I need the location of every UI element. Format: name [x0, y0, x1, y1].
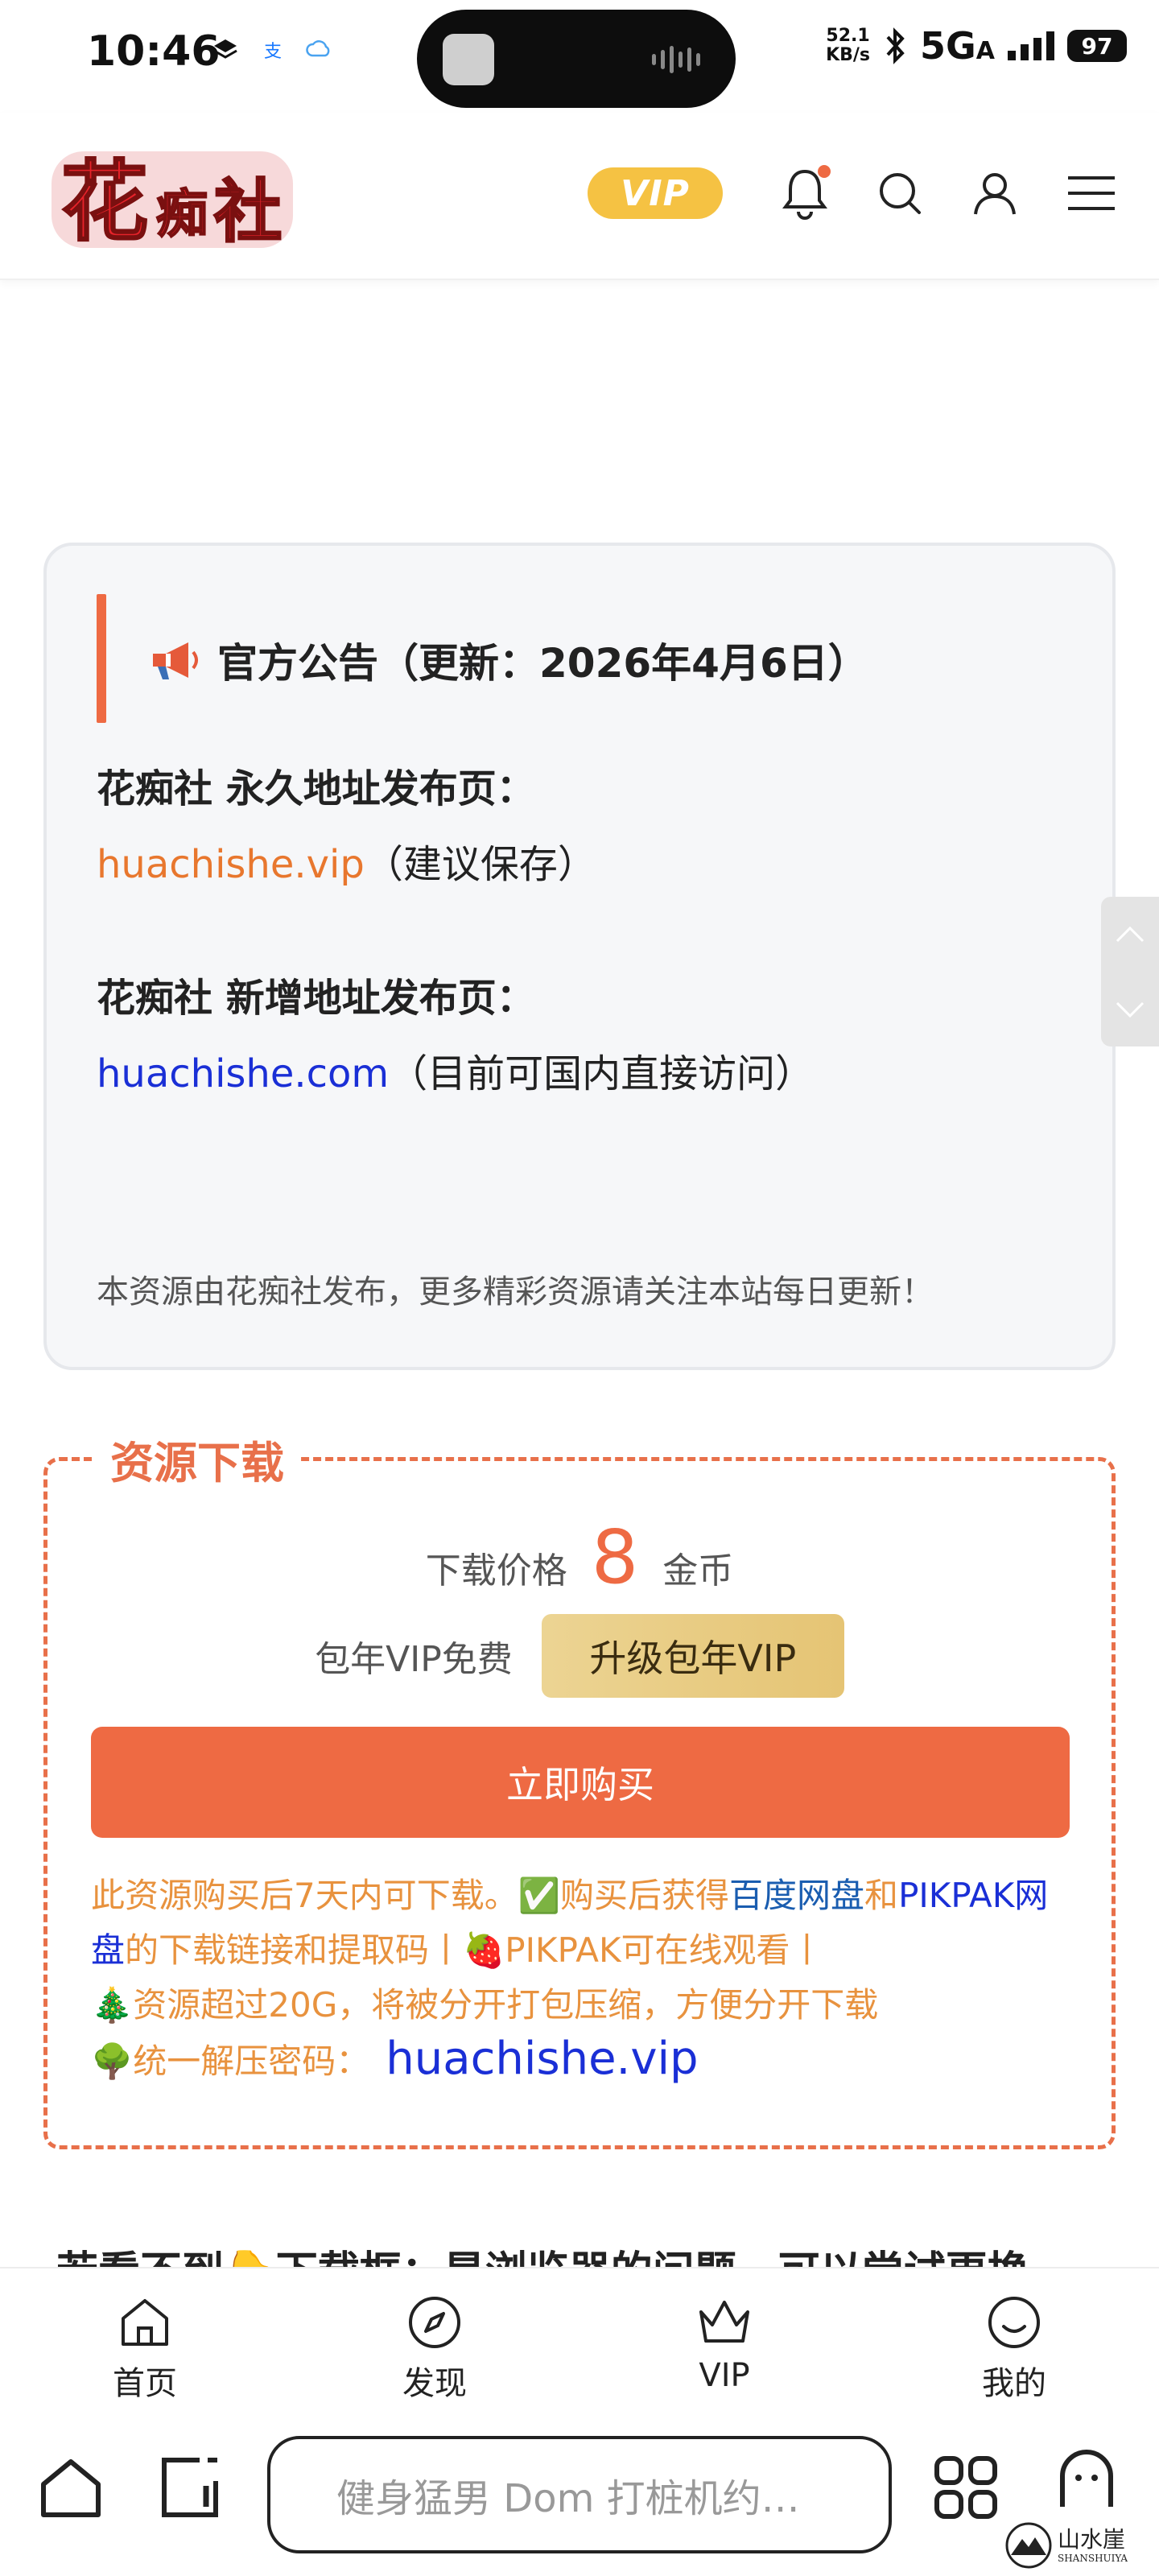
svg-text:支: 支	[264, 42, 282, 62]
nav-discover[interactable]: 发现	[362, 2293, 507, 2404]
download-note: 此资源购买后7天内可下载。✅购买后获得百度网盘和PIKPAK网盘的下载链接和提取…	[91, 1868, 1081, 2033]
status-left-icons: 支	[211, 35, 333, 64]
new-address-row: huachishe.com（目前可国内直接访问）	[97, 1042, 814, 1098]
scroll-up-icon[interactable]	[1101, 897, 1159, 972]
network-label: 5G	[920, 24, 976, 68]
nav-home-label: 首页	[113, 2365, 177, 2402]
status-right-icons: 52.1 KB/s 5GA 97	[826, 24, 1127, 68]
browser-search-bar[interactable]: 健身猛男 Dom 打桩机约…	[267, 2436, 892, 2553]
svg-text:痴: 痴	[156, 185, 208, 245]
price-label: 下载价格	[425, 1550, 567, 1591]
scroll-down-icon[interactable]	[1101, 972, 1159, 1046]
search-icon[interactable]	[868, 161, 932, 225]
announcement-footer: 本资源由花痴社发布，更多精彩资源请关注本站每日更新！	[97, 1274, 934, 1311]
new-address-link[interactable]: huachishe.com	[97, 1051, 389, 1096]
notification-bell-icon[interactable]	[773, 161, 837, 225]
vip-badge[interactable]: VIP	[588, 167, 723, 219]
note-and: 和	[864, 1876, 899, 1915]
nav-mine-label: 我的	[982, 2365, 1046, 2402]
bluetooth-icon	[886, 27, 905, 64]
user-icon[interactable]	[963, 161, 1027, 225]
megaphone-icon	[153, 642, 198, 679]
permanent-address-label: 花痴社 永久地址发布页：	[97, 766, 535, 811]
vip-free-label: 包年VIP免费	[315, 1639, 513, 1680]
network-suffix: A	[975, 37, 995, 65]
scroll-controls	[1101, 897, 1159, 1046]
nav-vip[interactable]: VIP	[652, 2293, 797, 2394]
buy-now-button[interactable]: 立即购买	[91, 1727, 1070, 1838]
cloud-icon	[304, 35, 333, 64]
speed-value: 52.1	[826, 26, 870, 46]
price-row: 下载价格 8 金币	[47, 1514, 1112, 1600]
nav-mine[interactable]: 我的	[942, 2293, 1087, 2404]
note-part3: 🎄资源超过20G，将被分开打包压缩，方便分开下载	[91, 1985, 879, 2025]
price-value: 8	[591, 1514, 639, 1600]
note-part1: 此资源购买后7天内可下载。✅购买后获得	[91, 1876, 730, 1915]
permanent-address-row: huachishe.vip（建议保存）	[97, 832, 596, 889]
browser-tabs-icon[interactable]	[150, 2447, 230, 2528]
browser-toolbar: 健身猛男 Dom 打桩机约… 山水崖 SHANSHUIYA	[0, 2415, 1159, 2576]
signal-icon	[1008, 31, 1054, 60]
site-header: 花 痴 社 VIP	[0, 113, 1159, 280]
browser-home-icon[interactable]	[31, 2447, 111, 2528]
media-thumbnail	[443, 34, 494, 85]
alipay-icon: 支	[258, 35, 287, 64]
site-logo[interactable]: 花 痴 社	[43, 137, 301, 258]
download-card: 资源下载 下载价格 8 金币 包年VIP免费 升级包年VIP 立即购买 此资源购…	[43, 1427, 1116, 2149]
compass-icon	[409, 2297, 460, 2348]
smile-icon	[988, 2297, 1040, 2348]
svg-text:花: 花	[61, 152, 148, 253]
menu-icon[interactable]	[1059, 161, 1124, 225]
watermark: 山水崖 SHANSHUIYA	[1004, 2520, 1141, 2571]
password-value[interactable]: huachishe.vip	[386, 2033, 698, 2085]
crown-icon	[699, 2301, 749, 2343]
browser-apps-icon[interactable]	[926, 2447, 1006, 2528]
vip-row: 包年VIP免费 升级包年VIP	[47, 1614, 1112, 1698]
speed-unit: KB/s	[826, 45, 871, 65]
layers-icon	[211, 35, 240, 64]
dynamic-island	[417, 10, 736, 108]
note-baidu: 百度网盘	[729, 1876, 865, 1915]
bottom-nav: 首页 发现 VIP 我的	[0, 2267, 1159, 2415]
watermark-en: SHANSHUIYA	[1058, 2553, 1128, 2564]
password-label: 🌳统一解压密码：	[91, 2041, 370, 2081]
password-row: 🌳统一解压密码： huachishe.vip	[91, 2033, 699, 2085]
watermark-cn: 山水崖	[1058, 2526, 1126, 2553]
announcement-accent-bar	[97, 594, 106, 723]
permanent-address-link[interactable]: huachishe.vip	[97, 842, 365, 887]
network-type: 5GA	[920, 24, 995, 68]
new-address-note: （目前可国内直接访问）	[389, 1051, 815, 1096]
download-title: 资源下载	[94, 1427, 300, 1491]
nav-discover-label: 发现	[402, 2365, 467, 2402]
price-unit: 金币	[662, 1550, 734, 1591]
mountain-logo-icon	[1005, 2522, 1052, 2569]
status-bar: 10:46 支 52.1 KB/s 5GA 97	[0, 0, 1159, 113]
permanent-address-note: （建议保存）	[364, 842, 596, 887]
home-icon	[122, 2299, 168, 2346]
new-address-label: 花痴社 新增地址发布页：	[97, 976, 535, 1021]
nav-home[interactable]: 首页	[72, 2293, 217, 2404]
watermark-text: 山水崖 SHANSHUIYA	[1058, 2526, 1128, 2565]
audio-wave-icon	[652, 45, 708, 74]
announcement-title-text: 官方公告（更新：2026年4月6日）	[217, 640, 868, 687]
status-time: 10:46	[87, 27, 221, 76]
nav-vip-label: VIP	[699, 2357, 750, 2394]
note-part2: 的下载链接和提取码丨🍓PIKPAK可在线观看丨	[125, 1930, 824, 1970]
announcement-title: 官方公告（更新：2026年4月6日）	[148, 631, 868, 689]
battery-indicator: 97	[1067, 30, 1127, 62]
network-speed: 52.1 KB/s	[826, 27, 870, 65]
announcement-card: 官方公告（更新：2026年4月6日） 花痴社 永久地址发布页： huachish…	[43, 543, 1116, 1370]
svg-text:社: 社	[214, 172, 282, 251]
upgrade-vip-button[interactable]: 升级包年VIP	[541, 1614, 844, 1698]
browser-ghost-icon[interactable]	[1046, 2439, 1127, 2520]
